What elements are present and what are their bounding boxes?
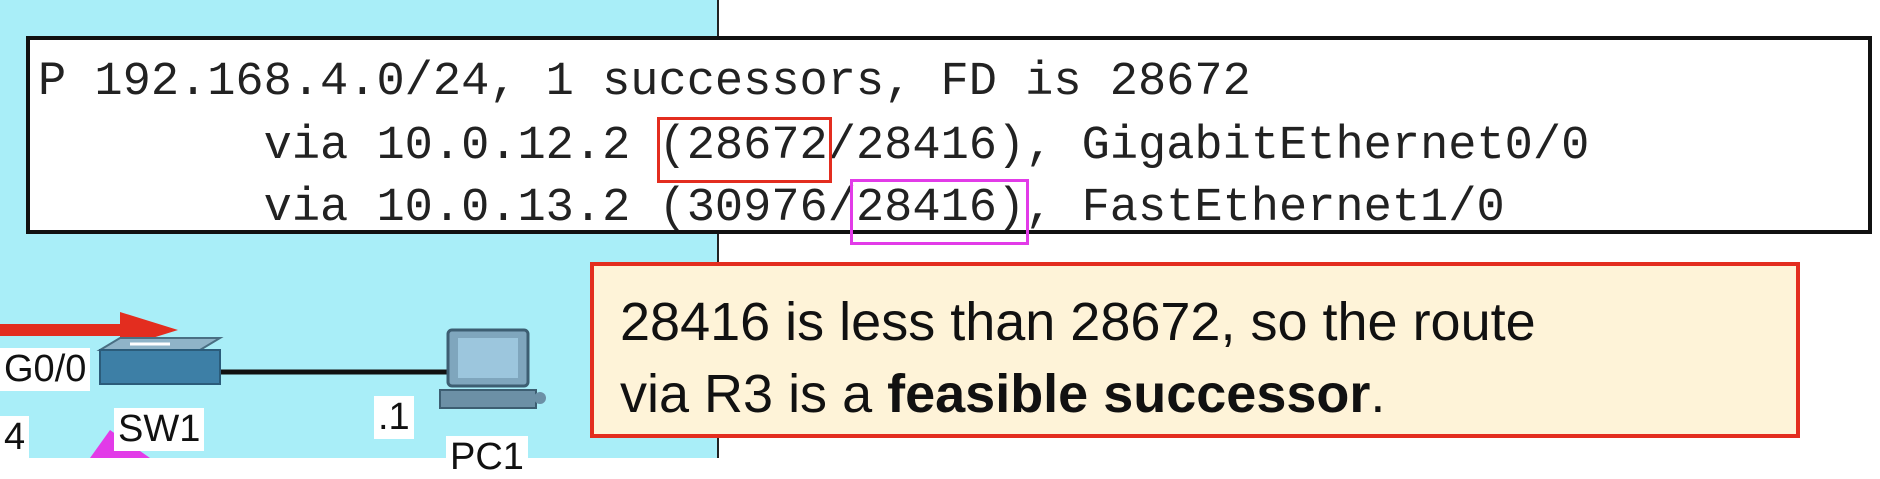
feasible-distance-highlight: (28672 [658, 120, 828, 173]
eigrp-topology-output: P 192.168.4.0/24, 1 successors, FD is 28… [26, 36, 1872, 237]
feasible-successor-interface: , FastEthernet1/0 [1025, 182, 1505, 235]
reported-distance-highlight: 28416) [855, 182, 1026, 235]
successor-line: via 10.0.12.2 (28672/28416), GigabitEthe… [38, 119, 1590, 175]
feasible-successor-prefix: via 10.0.13.2 (30976/ [38, 182, 856, 235]
callout-bold-term: feasible successor [887, 364, 1371, 424]
edge-label: 4 [0, 416, 30, 459]
callout-period: . [1370, 364, 1386, 424]
explanation-callout: 28416 is less than 28672, so the route v… [590, 262, 1800, 438]
interface-label: G0/0 [0, 348, 91, 391]
feasible-successor-line: via 10.0.13.2 (30976/28416), FastEtherne… [38, 181, 1505, 237]
metric-separator: / [827, 120, 856, 173]
pc-icon [439, 328, 546, 409]
callout-text-line2: via R3 is a [620, 364, 888, 424]
callout-text-line1: 28416 is less than 28672, so the route [620, 292, 1536, 352]
successor-prefix: via 10.0.12.2 [38, 120, 659, 173]
host-address-label: .1 [374, 396, 414, 439]
route-entry-line: P 192.168.4.0/24, 1 successors, FD is 28… [38, 56, 1251, 109]
successor-interface: ), GigabitEthernet0/0 [997, 120, 1590, 173]
switch-label: SW1 [114, 408, 205, 451]
switch-icon [96, 337, 224, 385]
successor-reported-distance: 28416 [855, 120, 997, 173]
